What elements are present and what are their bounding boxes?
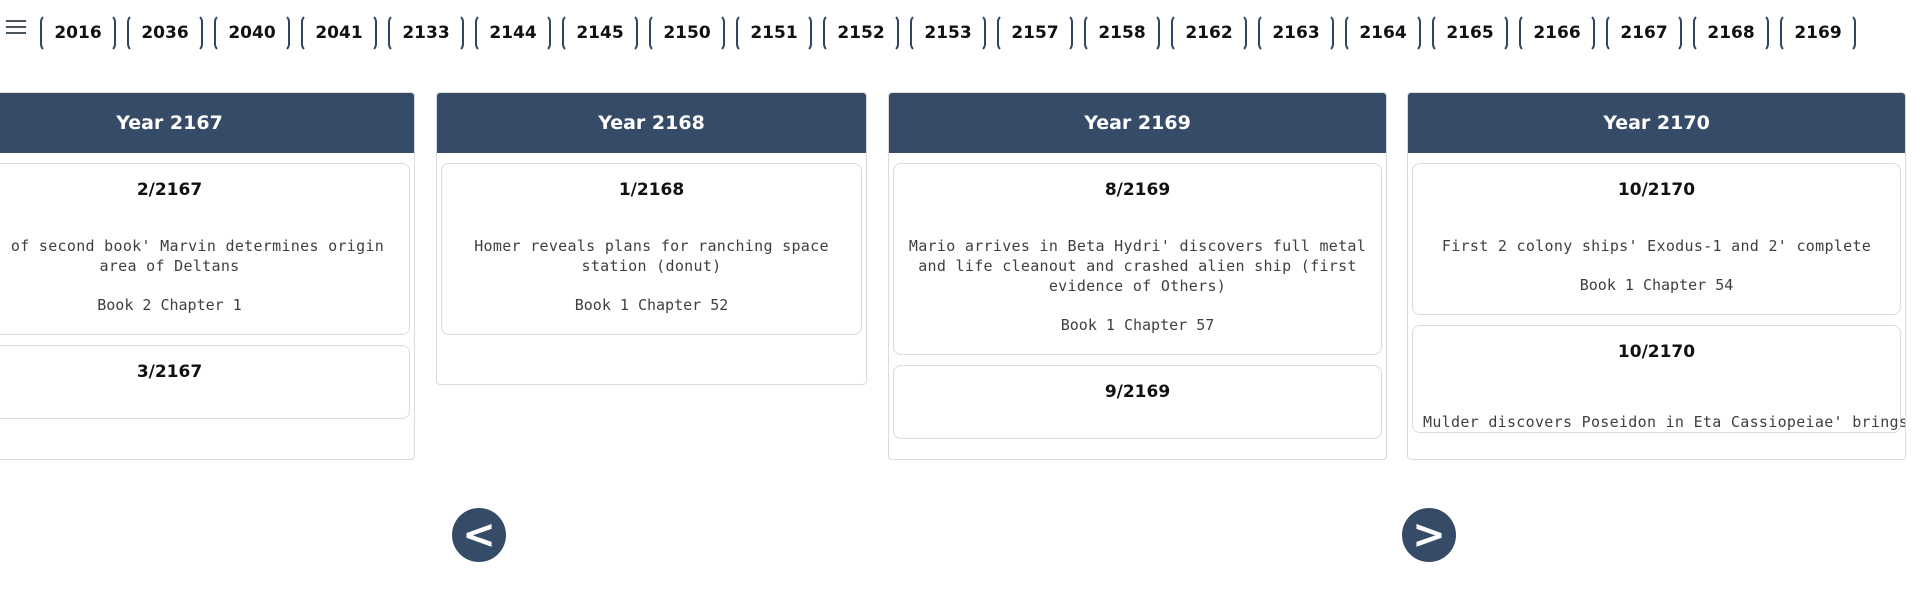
year-button[interactable]: 2163	[1258, 14, 1334, 52]
event-date: 9/2169	[1104, 382, 1171, 402]
event-card[interactable]: 3/2167	[0, 345, 410, 419]
event-card[interactable]: 8/2169 Mario arrives in Beta Hydri' disc…	[893, 163, 1382, 355]
previous-button[interactable]: <	[452, 508, 506, 562]
year-button[interactable]: 2166	[1519, 14, 1595, 52]
event-description: First 2 colony ships' Exodus-1 and 2' co…	[1441, 237, 1872, 255]
year-button[interactable]: 2158	[1084, 14, 1160, 52]
year-column: Year 2169 8/2169 Mario arrives in Beta H…	[888, 92, 1387, 460]
event-date: 10/2170	[1617, 342, 1696, 362]
year-button[interactable]: 2167	[1606, 14, 1682, 52]
event-reference: Book 1 Chapter 57	[1060, 316, 1215, 334]
year-header: Year 2167	[0, 93, 414, 153]
event-card[interactable]: 1/2168 Homer reveals plans for ranching …	[441, 163, 862, 335]
hamburger-menu-icon[interactable]	[6, 20, 26, 34]
timeline-viewport[interactable]: Year 2167 2/2167 Start of second book' M…	[0, 92, 1913, 460]
event-date: 1/2168	[618, 180, 685, 200]
year-button[interactable]: 2153	[910, 14, 986, 52]
year-button[interactable]: 2162	[1171, 14, 1247, 52]
event-date: 8/2169	[1104, 180, 1171, 200]
year-button[interactable]: 2157	[997, 14, 1073, 52]
event-reference: Book 2 Chapter 1	[97, 296, 242, 314]
event-reference: Book 1 Chapter 52	[574, 296, 729, 314]
year-button[interactable]: 2165	[1432, 14, 1508, 52]
event-date: 2/2167	[136, 180, 203, 200]
year-column: Year 2168 1/2168 Homer reveals plans for…	[436, 92, 867, 385]
event-description: Homer reveals plans for ranching space s…	[474, 237, 829, 275]
event-description: Mario arrives in Beta Hydri' discovers f…	[908, 237, 1367, 295]
year-button[interactable]: 2144	[475, 14, 551, 52]
event-date: 3/2167	[136, 362, 203, 382]
year-header: Year 2168	[437, 93, 866, 153]
year-button[interactable]: 2145	[562, 14, 638, 52]
event-card[interactable]: 10/2170 First 2 colony ships' Exodus-1 a…	[1412, 163, 1901, 315]
event-date: 10/2170	[1617, 180, 1696, 200]
year-button[interactable]: 2150	[649, 14, 725, 52]
year-nav: 2016 2036 2040 2041 2133 2144 2145 2150 …	[40, 13, 1856, 53]
year-button[interactable]: 2169	[1780, 14, 1856, 52]
next-button[interactable]: >	[1402, 508, 1456, 562]
year-button[interactable]: 2041	[301, 14, 377, 52]
year-button[interactable]: 2152	[823, 14, 899, 52]
year-button[interactable]: 2036	[127, 14, 203, 52]
year-button[interactable]: 2016	[40, 14, 116, 52]
year-column: Year 2170 10/2170 First 2 colony ships' …	[1407, 92, 1906, 460]
event-description: Start of second book' Marvin determines …	[0, 237, 385, 275]
event-description: Mulder discovers Poseidon in Eta Cassiop…	[1423, 413, 1906, 431]
year-header: Year 2169	[889, 93, 1386, 153]
event-card[interactable]: 10/2170 Mulder discovers Poseidon in Eta…	[1412, 325, 1906, 433]
year-button[interactable]: 2040	[214, 14, 290, 52]
event-reference: Book 1 Chapter 54	[1579, 276, 1734, 294]
year-header: Year 2170	[1408, 93, 1905, 153]
year-button[interactable]: 2133	[388, 14, 464, 52]
event-card[interactable]: 9/2169	[893, 365, 1382, 439]
year-button[interactable]: 2151	[736, 14, 812, 52]
year-column: Year 2167 2/2167 Start of second book' M…	[0, 92, 415, 460]
year-button[interactable]: 2168	[1693, 14, 1769, 52]
year-button[interactable]: 2164	[1345, 14, 1421, 52]
event-card[interactable]: 2/2167 Start of second book' Marvin dete…	[0, 163, 410, 335]
